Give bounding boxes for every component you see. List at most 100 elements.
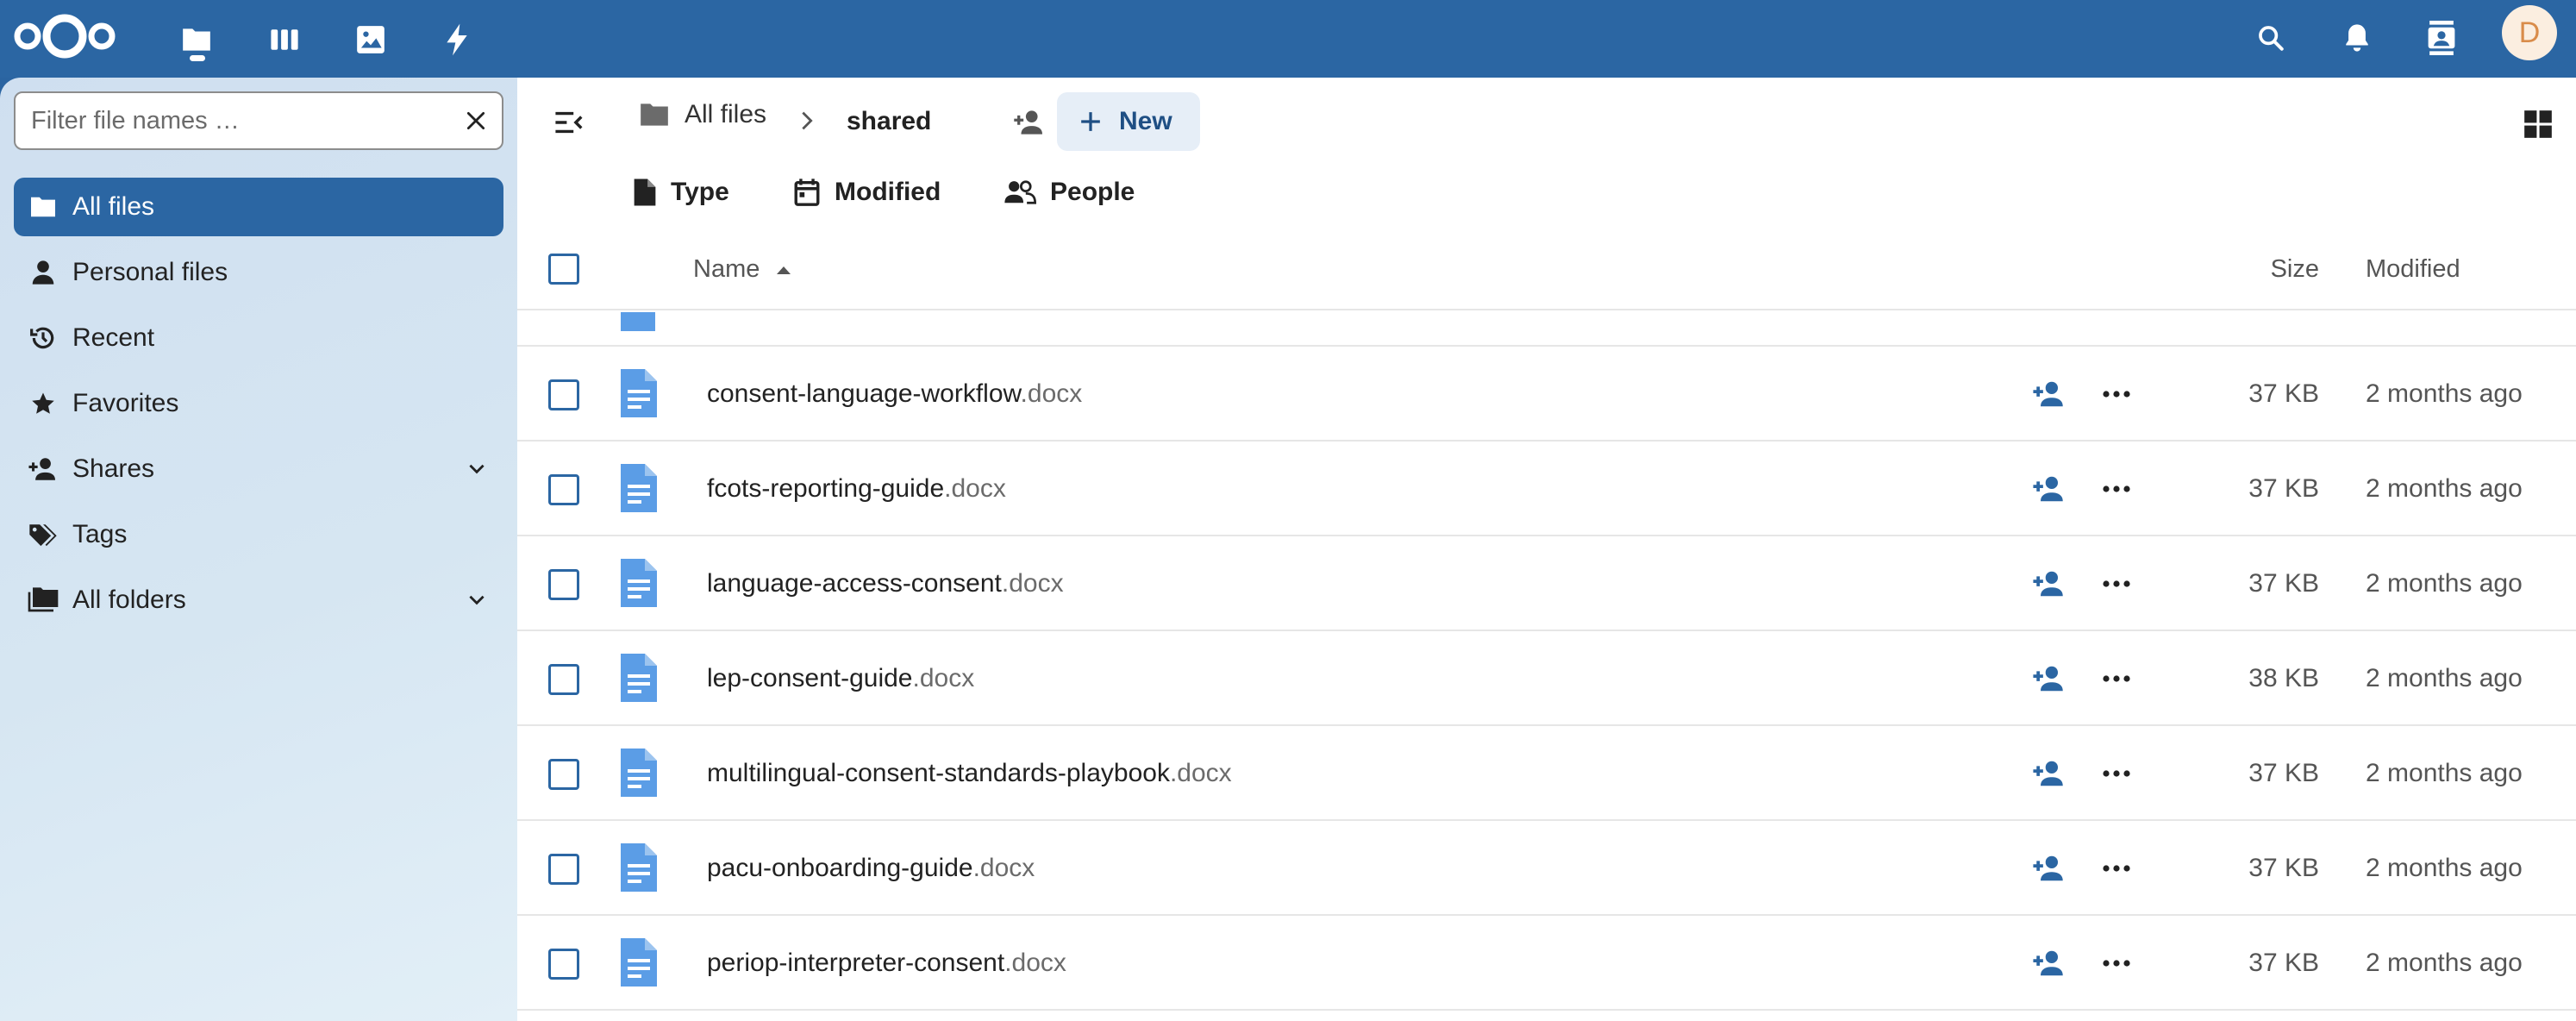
breadcrumb-root-label: All files	[685, 100, 767, 128]
more-actions-icon[interactable]	[2095, 752, 2138, 795]
more-actions-icon[interactable]	[2095, 657, 2138, 700]
share-icon[interactable]	[2028, 942, 2071, 985]
table-row[interactable]: lep-consent-guide.docx 38 KB 2 months ag…	[517, 631, 2576, 726]
file-modified: 2 months ago	[2366, 474, 2523, 503]
file-extension: .docx	[944, 474, 1006, 503]
table-row[interactable]: periop-interpreter-consent.docx 37 KB 2 …	[517, 916, 2576, 1011]
sidebar-item-label: Favorites	[72, 389, 179, 417]
file-name[interactable]: fcots-reporting-guide.docx	[707, 474, 1006, 504]
share-icon[interactable]	[2028, 752, 2071, 795]
file-name[interactable]: periop-interpreter-consent.docx	[707, 949, 1066, 978]
column-header-modified[interactable]: Modified	[2366, 255, 2460, 284]
sidebar-item-all-folders[interactable]: All folders	[14, 571, 503, 630]
filter-modified-button[interactable]: Modified	[793, 171, 941, 214]
table-row[interactable]: pacu-onboarding-guide.docx 37 KB 2 month…	[517, 821, 2576, 916]
activity-app-icon[interactable]	[429, 12, 485, 67]
document-file-icon	[619, 367, 659, 419]
plus-icon	[1079, 110, 1102, 133]
sidebar-item-label: Recent	[72, 323, 155, 352]
file-extension: .docx	[912, 664, 975, 692]
file-basename: lep-consent-guide	[707, 664, 913, 692]
table-row[interactable]: fcots-reporting-guide.docx 37 KB 2 month…	[517, 442, 2576, 536]
user-avatar[interactable]: D	[2502, 5, 2557, 60]
deck-app-icon[interactable]	[257, 12, 312, 67]
toggle-navigation-icon[interactable]	[543, 97, 595, 148]
share-icon[interactable]	[2028, 657, 2071, 700]
table-row[interactable]: multilingual-consent-standards-playbook.…	[517, 726, 2576, 821]
column-header-size[interactable]: Size	[2271, 255, 2319, 284]
row-select-checkbox[interactable]	[548, 379, 579, 410]
file-size: 37 KB	[2248, 379, 2319, 408]
row-select-checkbox[interactable]	[548, 759, 579, 790]
select-all-checkbox[interactable]	[548, 254, 579, 285]
photos-app-icon[interactable]	[343, 12, 398, 67]
file-modified: 2 months ago	[2366, 569, 2523, 598]
breadcrumb-current[interactable]: shared	[847, 107, 931, 136]
breadcrumb-all-files[interactable]: All files	[638, 100, 766, 129]
file-name[interactable]: language-access-consent.docx	[707, 569, 1064, 598]
sidebar-item-label: All folders	[72, 586, 186, 614]
file-basename: multilingual-consent-standards-playbook	[707, 759, 1170, 787]
new-button[interactable]: New	[1057, 92, 1200, 151]
sidebar-item-recent[interactable]: Recent	[14, 309, 503, 367]
file-modified: 2 months ago	[2366, 664, 2523, 692]
sidebar-item-tags[interactable]: Tags	[14, 505, 503, 564]
table-row[interactable]: consent-language-workflow.docx 37 KB 2 m…	[517, 347, 2576, 442]
file-name[interactable]: consent-language-workflow.docx	[707, 379, 1082, 409]
sidebar-item-label: All files	[72, 192, 155, 221]
more-actions-icon[interactable]	[2095, 373, 2138, 416]
file-name[interactable]: lep-consent-guide.docx	[707, 664, 974, 693]
file-size: 37 KB	[2248, 474, 2319, 503]
row-select-checkbox[interactable]	[548, 949, 579, 980]
star-icon	[26, 391, 60, 417]
row-select-checkbox[interactable]	[548, 474, 579, 505]
folder-icon	[26, 195, 60, 219]
filter-modified-label: Modified	[835, 178, 941, 206]
share-icon[interactable]	[2028, 847, 2071, 890]
contacts-icon[interactable]	[2414, 10, 2469, 66]
share-icon[interactable]	[2028, 467, 2071, 510]
grid-view-toggle-icon[interactable]	[2514, 100, 2562, 148]
more-actions-icon[interactable]	[2095, 847, 2138, 890]
more-actions-icon[interactable]	[2095, 562, 2138, 605]
file-name[interactable]: multilingual-consent-standards-playbook.…	[707, 759, 1232, 788]
top-header: D	[0, 0, 2576, 78]
share-icon[interactable]	[2028, 562, 2071, 605]
file-modified: 2 months ago	[2366, 379, 2523, 408]
active-app-indicator	[190, 55, 205, 61]
sort-ascending-icon	[775, 264, 792, 276]
sidebar-item-label: Shares	[72, 454, 155, 483]
share-folder-icon[interactable]	[1005, 98, 1054, 147]
sidebar-item-all-files[interactable]: All files	[14, 178, 503, 236]
chevron-down-icon[interactable]	[466, 588, 488, 611]
file-size: 37 KB	[2248, 854, 2319, 882]
filter-type-button[interactable]: Type	[633, 171, 729, 214]
share-person-icon	[26, 457, 60, 481]
clear-filter-icon[interactable]	[450, 95, 502, 147]
row-select-checkbox[interactable]	[548, 664, 579, 695]
document-file-icon	[619, 936, 659, 988]
filter-file-names-box	[14, 91, 503, 150]
file-name[interactable]: pacu-onboarding-guide.docx	[707, 854, 1035, 883]
sidebar-item-favorites[interactable]: Favorites	[14, 374, 503, 433]
more-actions-icon[interactable]	[2095, 942, 2138, 985]
row-select-checkbox[interactable]	[548, 854, 579, 885]
filter-file-names-input[interactable]	[16, 93, 450, 148]
filter-type-label: Type	[671, 178, 729, 206]
file-size: 38 KB	[2248, 664, 2319, 692]
nextcloud-logo[interactable]	[10, 9, 119, 64]
sidebar-item-shares[interactable]: Shares	[14, 440, 503, 498]
column-header-name[interactable]: Name	[693, 255, 792, 284]
file-extension: .docx	[1004, 949, 1066, 977]
search-icon[interactable]	[2243, 10, 2298, 66]
sidebar-item-personal-files[interactable]: Personal files	[14, 243, 503, 302]
share-icon[interactable]	[2028, 373, 2071, 416]
filter-people-button[interactable]: People	[1004, 171, 1135, 214]
table-row[interactable]: language-access-consent.docx 37 KB 2 mon…	[517, 536, 2576, 631]
file-modified: 2 months ago	[2366, 854, 2523, 882]
notifications-bell-icon[interactable]	[2329, 10, 2385, 66]
more-actions-icon[interactable]	[2095, 467, 2138, 510]
file-basename: pacu-onboarding-guide	[707, 854, 973, 882]
row-select-checkbox[interactable]	[548, 569, 579, 600]
chevron-down-icon[interactable]	[466, 457, 488, 479]
